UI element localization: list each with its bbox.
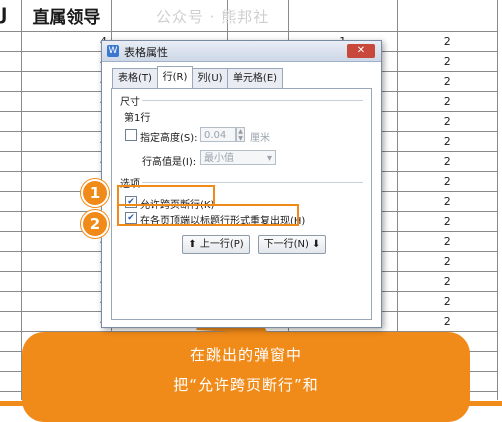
chevron-down-icon: ▾ xyxy=(266,153,272,164)
options-divider xyxy=(142,182,363,183)
callout-line-1: 在跳出的弹窗中 xyxy=(189,346,302,364)
next-row-button[interactable]: 下一行(N) ⬇ xyxy=(258,235,326,254)
allow-break-highlight xyxy=(117,185,215,206)
step-badge-1: 1 xyxy=(81,179,109,207)
height-spinner[interactable]: ▲ ▼ xyxy=(236,127,245,142)
callout-line-2: 把“允许跨页断行”和 xyxy=(173,376,319,394)
size-group-label: 尺寸 xyxy=(120,97,140,108)
height-unit[interactable]: 厘米 xyxy=(250,129,270,144)
instruction-callout: 在跳出的弹窗中 把“允许跨页断行”和 xyxy=(22,332,470,422)
row-height-value: 最小值 xyxy=(204,153,234,164)
dialog-title: 表格属性 xyxy=(124,46,168,59)
table-properties-dialog: W 表格属性 ✕ 表格(T) 行(R) 列(U) 单元格(E) 尺寸 第1行 指… xyxy=(101,40,382,328)
row-label: 第1行 xyxy=(124,113,151,124)
repeat-header-highlight xyxy=(117,204,299,226)
specify-height-label: 指定高度(S): xyxy=(140,133,198,144)
prev-row-button[interactable]: ⬆ 上一行(P) xyxy=(182,235,250,254)
height-input[interactable]: 0.04 xyxy=(200,127,236,142)
tab-table[interactable]: 表格(T) xyxy=(112,68,158,88)
step-badge-2: 2 xyxy=(81,210,109,238)
tab-cell[interactable]: 单元格(E) xyxy=(227,68,283,88)
row-height-label: 行高值是(I): xyxy=(142,157,197,168)
close-button[interactable]: ✕ xyxy=(347,44,375,58)
app-icon: W xyxy=(107,45,119,57)
tab-column[interactable]: 列(U) xyxy=(192,68,228,88)
size-divider xyxy=(142,100,363,101)
tab-row[interactable]: 行(R) xyxy=(157,66,193,88)
row-height-select[interactable]: 最小值 ▾ xyxy=(200,150,276,165)
dialog-titlebar[interactable]: W 表格属性 ✕ xyxy=(102,41,381,62)
specify-height-checkbox[interactable] xyxy=(125,129,137,141)
